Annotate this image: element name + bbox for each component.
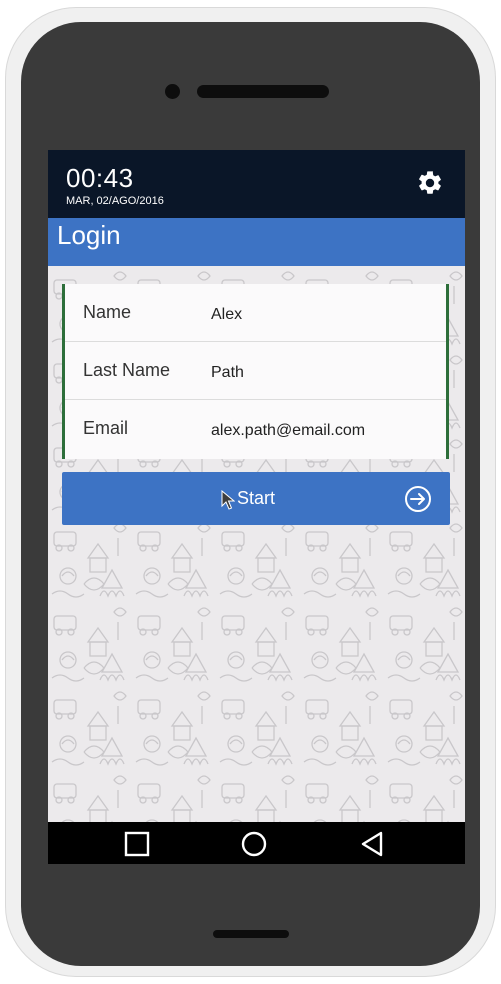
- start-button-label: Start: [236, 488, 275, 508]
- last-name-row: Last Name Path: [65, 342, 446, 400]
- last-name-label: Last Name: [83, 360, 171, 380]
- earpiece-speaker: [197, 85, 329, 98]
- email-field[interactable]: alex.path@email.com: [211, 422, 441, 440]
- start-button[interactable]: Start: [62, 472, 450, 525]
- status-bar: 00:43 MAR, 02/AGO/2016: [48, 150, 465, 218]
- last-name-field[interactable]: Path: [211, 364, 441, 382]
- mouse-cursor-icon: [221, 490, 235, 510]
- app-screen: 00:43 MAR, 02/AGO/2016 Login Name Alex L…: [48, 150, 465, 864]
- email-label: Email: [83, 418, 129, 438]
- page: 00:43 MAR, 02/AGO/2016 Login Name Alex L…: [0, 0, 501, 984]
- arrow-circle-right-icon: [405, 486, 431, 512]
- name-label: Name: [83, 302, 132, 322]
- name-row: Name Alex: [65, 284, 446, 342]
- android-nav-bar: [48, 822, 465, 864]
- clock-time: 00:43: [66, 163, 134, 193]
- home-bar: [213, 930, 289, 938]
- login-form: Name Alex Last Name Path Email alex.path…: [62, 284, 449, 459]
- gear-icon[interactable]: [416, 169, 444, 197]
- home-circle-icon[interactable]: [240, 830, 268, 858]
- front-camera: [165, 84, 180, 99]
- page-title: Login: [57, 220, 121, 250]
- name-field[interactable]: Alex: [211, 306, 441, 324]
- recents-square-icon[interactable]: [123, 830, 151, 858]
- clock-date: MAR, 02/AGO/2016: [66, 195, 164, 207]
- back-triangle-icon[interactable]: [359, 830, 387, 858]
- email-row: Email alex.path@email.com: [65, 400, 446, 458]
- title-bar: Login: [48, 218, 465, 266]
